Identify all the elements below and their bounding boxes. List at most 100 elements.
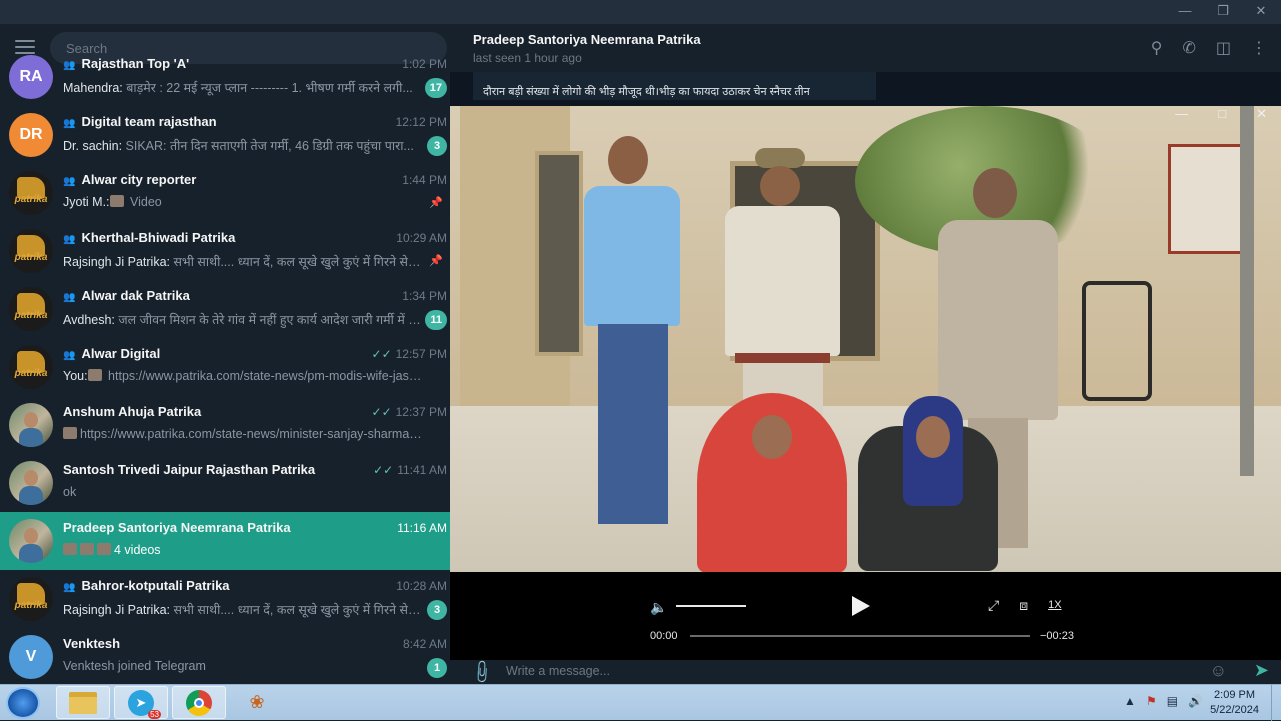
chat-time: ✓✓ 11:41 AM <box>373 463 447 477</box>
start-button[interactable] <box>6 687 40 719</box>
chat-time: 1:02 PM <box>402 57 447 71</box>
chat-name-text: Alwar dak Patrika <box>81 288 190 303</box>
picture-in-picture-icon[interactable]: ⧈ <box>1019 597 1028 614</box>
media-thumbnail <box>63 427 77 439</box>
chat-time-text: 10:28 AM <box>396 579 447 593</box>
more-icon[interactable]: ⋮ <box>1251 38 1267 58</box>
chat-time-text: 10:29 AM <box>396 231 447 245</box>
window-controls: — ❐ ✕ <box>1175 3 1271 19</box>
show-desktop-button[interactable] <box>1271 685 1281 721</box>
chat-header[interactable]: Pradeep Santoriya Neemrana Patrika last … <box>450 24 1281 72</box>
video-scene-door <box>535 151 583 356</box>
chat-name: 👥 Alwar dak Patrika <box>63 288 190 303</box>
video-close-icon[interactable]: ✕ <box>1256 106 1267 122</box>
play-button[interactable] <box>852 596 870 616</box>
chat-list-item[interactable]: Pradeep Santoriya Neemrana Patrika 11:16 … <box>0 512 450 570</box>
seek-bar[interactable] <box>690 635 1030 637</box>
phone-icon[interactable]: ✆ <box>1182 38 1195 58</box>
minimize-icon[interactable]: — <box>1175 3 1195 19</box>
chat-preview: Mahendra: बाड़मेर : 22 मई न्यूज प्लान --… <box>63 79 423 96</box>
app-taskbar-button[interactable]: ❀ <box>230 686 284 719</box>
close-icon[interactable]: ✕ <box>1251 3 1271 19</box>
sidebar-toggle-icon[interactable]: ◫ <box>1216 38 1231 58</box>
chat-list-item[interactable]: DR 👥 Digital team rajasthan 12:12 PM Dr. sac… <box>0 106 450 164</box>
chat-name-text: Venktesh <box>63 636 121 651</box>
file-explorer-button[interactable] <box>56 686 110 719</box>
search-icon[interactable]: ⚲ <box>1151 38 1163 58</box>
chat-preview: Jyoti M.: Video <box>63 195 423 209</box>
unread-badge: 3 <box>427 136 447 156</box>
chat-list-item[interactable]: patrika 👥 Alwar dak Patrika 1:34 PM Avdhesh:… <box>0 280 450 338</box>
message-text: दौरान बड़ी संख्या में लोगो की भीड़ मौजूद… <box>483 86 810 98</box>
message-input[interactable]: Write a message... <box>506 664 610 678</box>
chat-preview-text: Venktesh joined Telegram <box>63 659 206 673</box>
clock[interactable]: 2:09 PM 5/22/2024 <box>1210 688 1259 718</box>
attach-icon[interactable]: 📎 <box>468 658 496 686</box>
chat-name: 👥 Alwar Digital <box>63 346 160 361</box>
chat-time-text: 11:41 AM <box>397 463 447 477</box>
avatar <box>9 403 53 447</box>
chat-name-text: Alwar city reporter <box>81 172 197 187</box>
volume-slider[interactable] <box>676 605 746 607</box>
playback-speed-button[interactable]: 1X <box>1048 597 1061 614</box>
chat-list-item[interactable]: patrika 👥 Kherthal-Bhiwadi Patrika 10:29 AM… <box>0 222 450 280</box>
chat-preview: Venktesh joined Telegram <box>63 659 423 673</box>
avatar: patrika <box>9 229 53 273</box>
read-check-icon: ✓✓ <box>371 347 392 361</box>
media-thumbnail <box>80 543 94 555</box>
avatar: DR <box>9 113 53 157</box>
video-minimize-icon[interactable]: — <box>1175 106 1188 122</box>
chat-name: 👥 Rajasthan Top 'A' <box>63 56 189 71</box>
media-thumbnail <box>63 543 77 555</box>
chat-name: 👥 Bahror-kotputali Patrika <box>63 578 230 593</box>
message-composer: 📎 Write a message... ☺ ➤ <box>450 658 1281 686</box>
chat-name: 👥 Digital team rajasthan <box>63 114 217 129</box>
chat-title: Pradeep Santoriya Neemrana Patrika <box>473 32 701 47</box>
video-frame[interactable]: — □ ✕ <box>450 106 1281 572</box>
chat-time: ✓✓ 12:57 PM <box>372 347 447 361</box>
group-icon: 👥 <box>63 60 76 71</box>
volume-icon[interactable]: 🔈 <box>650 599 667 616</box>
chat-list-item[interactable]: Santosh Trivedi Jaipur Rajasthan Patrika… <box>0 454 450 512</box>
group-icon: 👥 <box>63 176 76 187</box>
chat-list-item[interactable]: patrika 👥 Alwar Digital ✓✓ 12:57 PM You: http… <box>0 338 450 396</box>
send-icon[interactable]: ➤ <box>1254 660 1269 681</box>
current-time: 00:00 <box>650 630 678 642</box>
emoji-icon[interactable]: ☺ <box>1210 661 1227 681</box>
unread-badge: 17 <box>424 78 447 98</box>
chat-preview-text: सभी साथी.... ध्यान दें, कल सूखे खुले कुए… <box>170 255 423 269</box>
chat-time: 1:44 PM <box>402 173 447 187</box>
chat-name-text: Bahror-kotputali Patrika <box>81 578 230 593</box>
video-person <box>858 396 998 572</box>
chat-preview-text: Video <box>126 195 162 209</box>
avatar <box>9 519 53 563</box>
chat-name: 👥 Alwar city reporter <box>63 172 196 187</box>
maximize-icon[interactable]: ❐ <box>1213 3 1233 19</box>
chat-list-item[interactable]: patrika 👥 Alwar city reporter 1:44 PM Jyoti … <box>0 164 450 222</box>
chat-time-text: 11:16 AM <box>397 521 447 535</box>
chat-time-text: 8:42 AM <box>402 637 447 651</box>
chat-list-item[interactable]: RA 👥 Rajasthan Top 'A' 1:02 PM Mahendra: बाड… <box>0 48 450 106</box>
speaker-icon[interactable]: 🔊 <box>1188 694 1203 708</box>
chat-preview-text: 4 videos <box>114 543 161 557</box>
chat-list-item[interactable]: patrika 👥 Bahror-kotputali Patrika 10:28 AM… <box>0 570 450 628</box>
chrome-taskbar-button[interactable] <box>172 686 226 719</box>
chat-preview: Avdhesh: जल जीवन मिशन के तेरे गांव में न… <box>63 311 423 328</box>
network-icon[interactable]: ▤ <box>1167 694 1178 708</box>
exit-fullscreen-icon[interactable]: ⤢ <box>988 597 999 614</box>
chat-list-item[interactable]: V Venktesh 8:42 AM Venktesh joined Telegram… <box>0 628 450 684</box>
unread-badge: 1 <box>427 658 447 678</box>
chat-status: last seen 1 hour ago <box>473 51 582 65</box>
taskbar: ➤ 53 ❀ ▲ ⚑ ▤ 🔊 2:09 PM 5/22/2024 <box>0 684 1281 721</box>
chat-preview-text: ok <box>63 485 77 499</box>
tray-expand-icon[interactable]: ▲ <box>1124 694 1136 708</box>
unread-badge: 3 <box>427 600 447 620</box>
video-maximize-icon[interactable]: □ <box>1218 106 1226 122</box>
chat-preview-text: https://www.patrika.com/state-news/minis… <box>80 427 423 441</box>
action-center-icon[interactable]: ⚑ <box>1146 694 1157 708</box>
chat-list-item[interactable]: Anshum Ahuja Patrika ✓✓ 12:37 PM https://ww… <box>0 396 450 454</box>
paw-icon: ❀ <box>249 692 265 712</box>
read-check-icon: ✓✓ <box>371 405 392 419</box>
chat-preview-sender: Rajsingh Ji Patrika: <box>63 255 170 269</box>
telegram-taskbar-button[interactable]: ➤ 53 <box>114 686 168 719</box>
